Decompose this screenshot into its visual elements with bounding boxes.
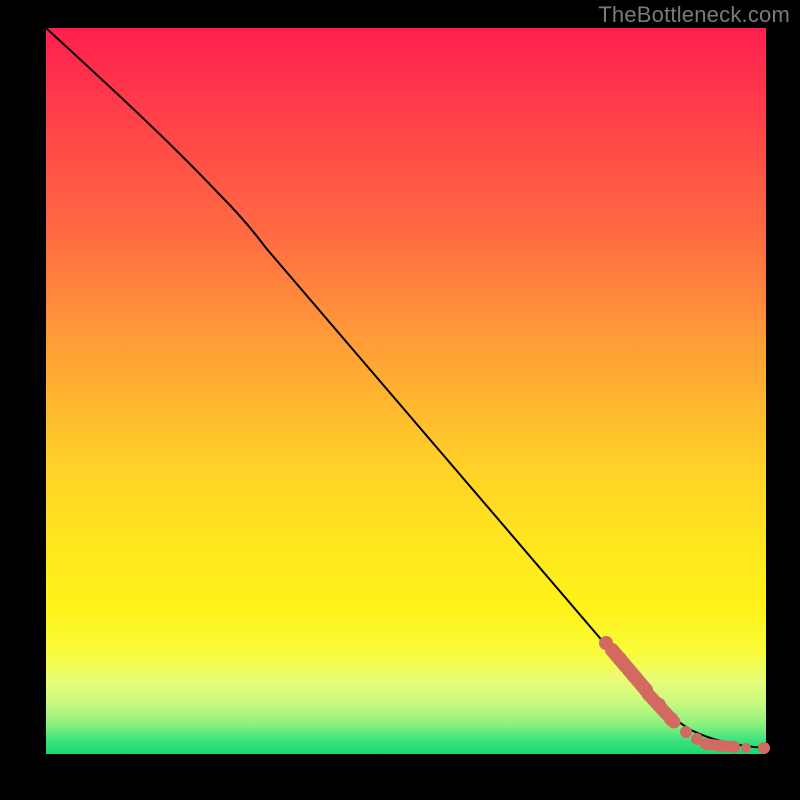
chart-curve (46, 28, 766, 748)
chart-svg (46, 28, 766, 754)
marker-dot (652, 698, 666, 712)
marker-dot (728, 741, 740, 753)
marker-dot (639, 683, 653, 697)
marker-dot (627, 669, 641, 683)
marker-dot (613, 652, 627, 666)
chart-frame: TheBottleneck.com (0, 0, 800, 800)
marker-dot (741, 743, 751, 753)
marker-dot (758, 742, 770, 754)
marker-dot (700, 738, 712, 750)
plot-area (46, 28, 766, 754)
marker-dot (664, 712, 678, 726)
marker-dot (599, 636, 613, 650)
attribution-text: TheBottleneck.com (598, 2, 790, 28)
marker-dot (714, 740, 726, 752)
marker-dot (680, 726, 692, 738)
